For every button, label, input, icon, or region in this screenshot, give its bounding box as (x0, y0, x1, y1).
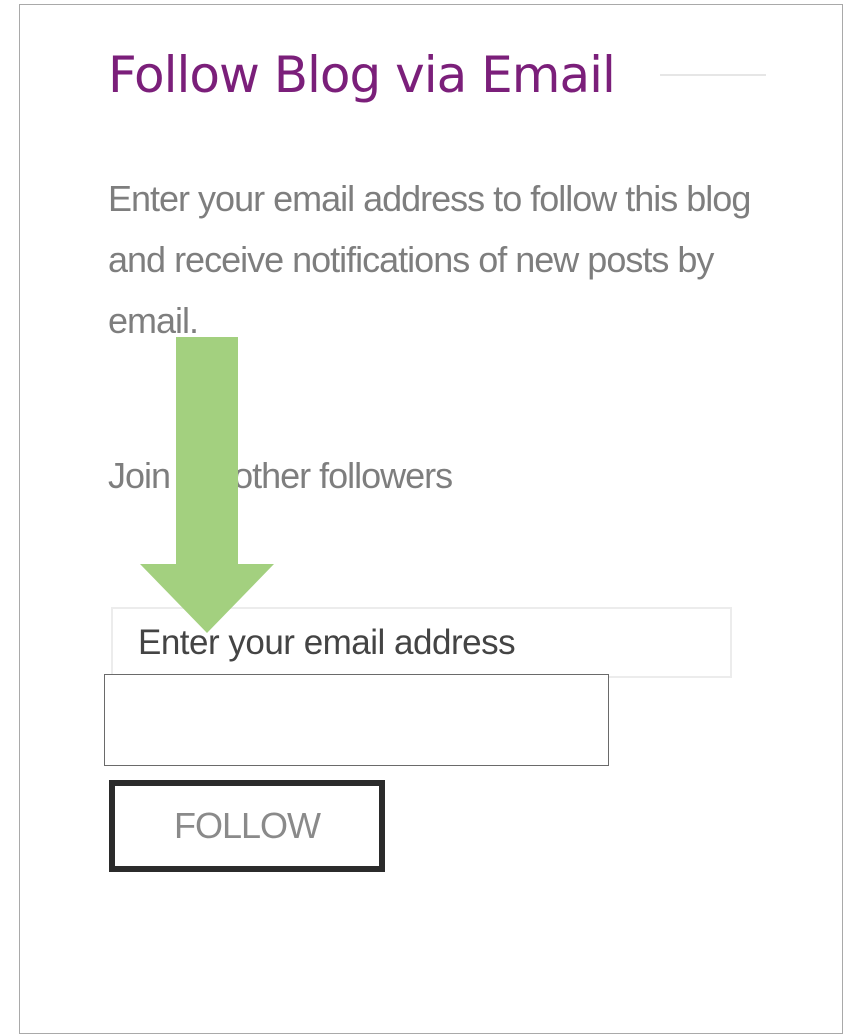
down-arrow-icon (140, 337, 274, 633)
title-divider (660, 74, 766, 76)
arrow-shape (140, 337, 274, 633)
widget-description: Enter your email address to follow this … (108, 178, 751, 341)
blank-field-box (104, 674, 609, 766)
widget-title: Follow Blog via Email (108, 46, 616, 104)
follow-button[interactable]: FOLLOW (109, 780, 385, 872)
